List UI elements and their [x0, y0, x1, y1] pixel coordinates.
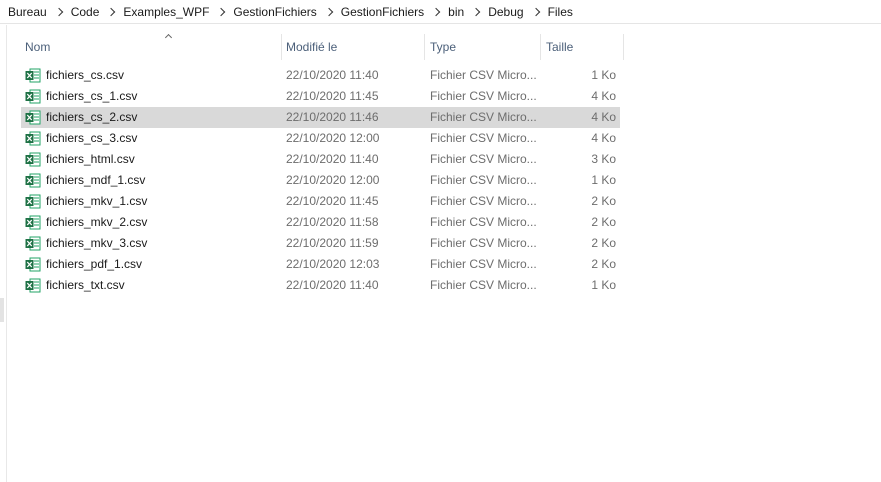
file-size: 3 Ko	[591, 152, 616, 166]
file-row[interactable]: fichiers_pdf_1.csv 22/10/2020 12:03 Fichie…	[21, 254, 620, 275]
file-modified-date: 22/10/2020 11:58	[286, 215, 379, 229]
file-size: 4 Ko	[591, 89, 616, 103]
excel-csv-file-icon	[25, 149, 43, 170]
file-modified-date: 22/10/2020 12:00	[286, 173, 380, 187]
breadcrumb-item-debug[interactable]: Debug	[486, 3, 525, 21]
chevron-right-icon[interactable]	[106, 6, 116, 18]
file-name: fichiers_txt.csv	[46, 278, 125, 292]
file-size: 1 Ko	[591, 173, 616, 187]
chevron-right-icon[interactable]	[471, 6, 481, 18]
file-row[interactable]: fichiers_mdf_1.csv 22/10/2020 12:00 Fichie…	[21, 170, 620, 191]
breadcrumb-item-gestionfichiers[interactable]: GestionFichiers	[231, 3, 318, 21]
excel-csv-file-icon	[25, 65, 43, 86]
breadcrumb-item-bureau[interactable]: Bureau	[6, 3, 49, 21]
file-row[interactable]: fichiers_cs_1.csv 22/10/2020 11:45 Fichier…	[21, 86, 620, 107]
chevron-right-icon[interactable]	[54, 6, 64, 18]
chevron-right-icon[interactable]	[431, 6, 441, 18]
file-name: fichiers_cs_3.csv	[46, 131, 138, 145]
file-name: fichiers_mdf_1.csv	[46, 173, 146, 187]
file-modified-date: 22/10/2020 11:40	[286, 278, 379, 292]
file-type: Fichier CSV Micro...	[430, 257, 537, 271]
file-row[interactable]: fichiers_html.csv 22/10/2020 11:40 Fichier…	[21, 149, 620, 170]
file-modified-date: 22/10/2020 12:00	[286, 131, 380, 145]
file-type: Fichier CSV Micro...	[430, 173, 537, 187]
excel-csv-file-icon	[25, 86, 43, 107]
file-type: Fichier CSV Micro...	[430, 236, 537, 250]
file-modified-date: 22/10/2020 12:03	[286, 257, 380, 271]
navigation-pane[interactable]	[0, 25, 7, 482]
file-modified-date: 22/10/2020 11:40	[286, 152, 379, 166]
breadcrumb-item-examples-wpf[interactable]: Examples_WPF	[121, 3, 211, 21]
chevron-right-icon[interactable]	[324, 6, 334, 18]
file-name: fichiers_mkv_1.csv	[46, 194, 148, 208]
file-type: Fichier CSV Micro...	[430, 131, 537, 145]
file-name: fichiers_mkv_3.csv	[46, 236, 148, 250]
chevron-right-icon[interactable]	[531, 6, 541, 18]
file-modified-date: 22/10/2020 11:45	[286, 194, 379, 208]
breadcrumb: Bureau Code Examples_WPF GestionFichiers…	[0, 0, 881, 24]
file-row[interactable]: fichiers_txt.csv 22/10/2020 11:40 Fichier …	[21, 275, 620, 296]
file-size: 1 Ko	[591, 68, 616, 82]
file-row[interactable]: fichiers_cs_3.csv 22/10/2020 12:00 Fichier…	[21, 128, 620, 149]
chevron-right-icon[interactable]	[216, 6, 226, 18]
file-modified-date: 22/10/2020 11:40	[286, 68, 379, 82]
file-name: fichiers_cs.csv	[46, 68, 125, 82]
breadcrumb-item-bin[interactable]: bin	[446, 3, 466, 21]
column-header-size[interactable]: Taille	[541, 34, 624, 60]
excel-csv-file-icon	[25, 212, 43, 233]
file-list: fichiers_cs.csv 22/10/2020 11:40 Fichier C…	[21, 65, 620, 296]
file-name: fichiers_cs_1.csv	[46, 89, 138, 103]
excel-csv-file-icon	[25, 191, 43, 212]
excel-csv-file-icon	[25, 233, 43, 254]
file-name: fichiers_pdf_1.csv	[46, 257, 143, 271]
excel-csv-file-icon	[25, 275, 43, 296]
navigation-pane-scrollbar[interactable]	[0, 298, 4, 322]
file-size: 1 Ko	[591, 278, 616, 292]
excel-csv-file-icon	[25, 128, 43, 149]
column-header-name[interactable]: Nom	[20, 34, 282, 60]
file-size: 4 Ko	[591, 131, 616, 145]
file-row[interactable]: fichiers_mkv_2.csv 22/10/2020 11:58 Fichie…	[21, 212, 620, 233]
file-size: 2 Ko	[591, 257, 616, 271]
file-size: 2 Ko	[591, 236, 616, 250]
excel-csv-file-icon	[25, 254, 43, 275]
column-header-row: Nom Modifié le Type Taille	[20, 34, 624, 60]
excel-csv-file-icon	[25, 107, 43, 128]
file-type: Fichier CSV Micro...	[430, 215, 537, 229]
file-name: fichiers_cs_2.csv	[46, 110, 138, 124]
file-modified-date: 22/10/2020 11:59	[286, 236, 379, 250]
file-type: Fichier CSV Micro...	[430, 278, 537, 292]
column-header-type[interactable]: Type	[425, 34, 541, 60]
excel-csv-file-icon	[25, 170, 43, 191]
file-type: Fichier CSV Micro...	[430, 152, 537, 166]
breadcrumb-item-code[interactable]: Code	[69, 3, 102, 21]
file-row[interactable]: fichiers_mkv_3.csv 22/10/2020 11:59 Fichie…	[21, 233, 620, 254]
file-modified-date: 22/10/2020 11:45	[286, 89, 379, 103]
file-type: Fichier CSV Micro...	[430, 89, 537, 103]
file-type: Fichier CSV Micro...	[430, 110, 537, 124]
file-name: fichiers_mkv_2.csv	[46, 215, 148, 229]
file-modified-date: 22/10/2020 11:46	[286, 110, 379, 124]
file-type: Fichier CSV Micro...	[430, 194, 537, 208]
file-size: 4 Ko	[591, 110, 616, 124]
column-header-modified[interactable]: Modifié le	[281, 34, 425, 60]
file-row[interactable]: fichiers_mkv_1.csv 22/10/2020 11:45 Fichie…	[21, 191, 620, 212]
file-size: 2 Ko	[591, 194, 616, 208]
breadcrumb-item-files[interactable]: Files	[546, 3, 575, 21]
file-row[interactable]: fichiers_cs_2.csv 22/10/2020 11:46 Fichier…	[21, 107, 620, 128]
file-explorer-window: Bureau Code Examples_WPF GestionFichiers…	[0, 0, 881, 482]
file-type: Fichier CSV Micro...	[430, 68, 537, 82]
file-name: fichiers_html.csv	[46, 152, 135, 166]
file-size: 2 Ko	[591, 215, 616, 229]
file-row[interactable]: fichiers_cs.csv 22/10/2020 11:40 Fichier C…	[21, 65, 620, 86]
breadcrumb-item-gestionfichiers-2[interactable]: GestionFichiers	[339, 3, 426, 21]
